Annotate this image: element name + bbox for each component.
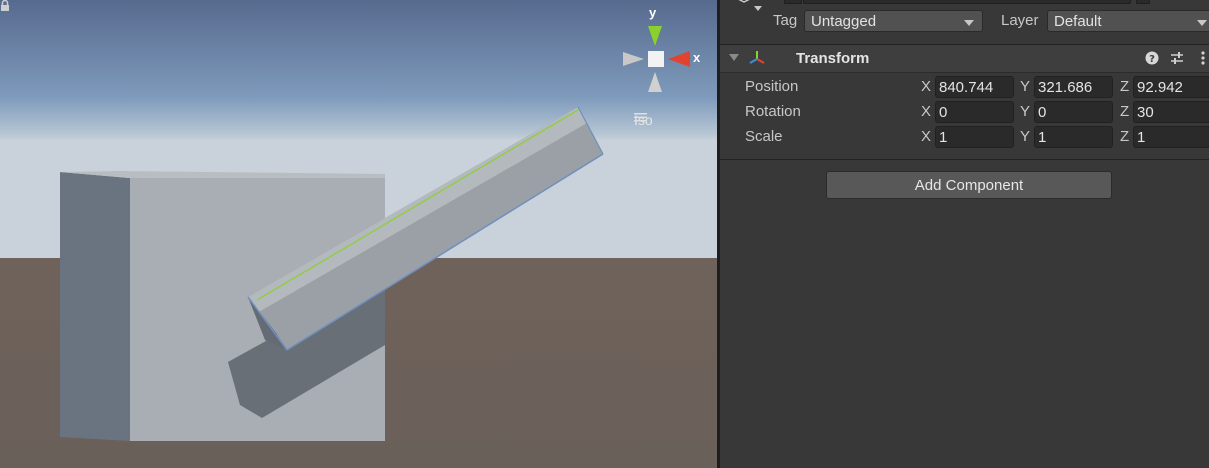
add-component-button[interactable]: Add Component bbox=[826, 171, 1112, 199]
rotation-label: Rotation bbox=[745, 103, 801, 120]
rotation-x-field[interactable]: 0 bbox=[935, 101, 1014, 123]
gameobject-menu-arrow[interactable] bbox=[754, 6, 762, 11]
static-toggle[interactable] bbox=[1136, 0, 1150, 4]
tag-label: Tag bbox=[773, 12, 798, 29]
more-options-icon[interactable] bbox=[1200, 50, 1206, 66]
position-x-field[interactable]: 840.744 bbox=[935, 76, 1014, 98]
inspector-panel: Tag Untagged Layer Default Transform ? P… bbox=[720, 0, 1209, 468]
rotation-y-field[interactable]: 0 bbox=[1034, 101, 1113, 123]
scale-x-axis[interactable]: X bbox=[921, 128, 931, 145]
chevron-down-icon bbox=[1197, 20, 1207, 26]
chevron-down-icon bbox=[964, 20, 974, 26]
menu-lines-icon bbox=[634, 113, 647, 122]
scale-z-field[interactable]: 1 bbox=[1133, 126, 1209, 148]
transform-icon bbox=[749, 51, 765, 64]
preset-sliders-icon[interactable] bbox=[1170, 51, 1184, 65]
layer-value: Default bbox=[1054, 13, 1102, 30]
help-icon[interactable]: ? bbox=[1145, 51, 1159, 65]
component-separator bbox=[720, 159, 1209, 160]
tag-dropdown[interactable]: Untagged bbox=[804, 10, 983, 32]
scene-viewport[interactable] bbox=[0, 0, 717, 468]
name-field[interactable] bbox=[803, 0, 1131, 4]
foldout-arrow-icon[interactable] bbox=[729, 54, 739, 61]
rotation-z-field[interactable]: 30 bbox=[1133, 101, 1209, 123]
rotation-x-axis[interactable]: X bbox=[921, 103, 931, 120]
rotation-y-axis[interactable]: Y bbox=[1020, 103, 1030, 120]
scene-view[interactable]: y x Iso bbox=[0, 0, 717, 468]
tag-value: Untagged bbox=[811, 13, 877, 30]
gizmo-y-label: y bbox=[649, 5, 657, 20]
position-y-axis[interactable]: Y bbox=[1020, 78, 1030, 95]
layer-dropdown[interactable]: Default bbox=[1047, 10, 1209, 32]
svg-text:?: ? bbox=[1149, 54, 1155, 65]
position-z-axis[interactable]: Z bbox=[1120, 78, 1129, 95]
rotation-z-axis[interactable]: Z bbox=[1120, 103, 1129, 120]
scale-z-axis[interactable]: Z bbox=[1120, 128, 1129, 145]
position-z-field[interactable]: 92.942 bbox=[1133, 76, 1209, 98]
transform-header[interactable]: Transform ? bbox=[720, 44, 1209, 73]
position-x-axis[interactable]: X bbox=[921, 78, 931, 95]
gizmo-center-cube[interactable] bbox=[648, 51, 664, 67]
layer-label: Layer bbox=[1001, 12, 1039, 29]
projection-toggle[interactable]: Iso bbox=[634, 112, 653, 128]
component-title: Transform bbox=[796, 50, 870, 67]
lock-icon[interactable] bbox=[0, 0, 10, 12]
gizmo-x-label: x bbox=[693, 50, 701, 65]
scale-y-axis[interactable]: Y bbox=[1020, 128, 1030, 145]
scale-label: Scale bbox=[745, 128, 783, 145]
scale-y-field[interactable]: 1 bbox=[1034, 126, 1113, 148]
scale-x-field[interactable]: 1 bbox=[935, 126, 1014, 148]
position-label: Position bbox=[745, 78, 799, 95]
active-toggle[interactable] bbox=[784, 0, 802, 4]
position-y-field[interactable]: 321.686 bbox=[1034, 76, 1113, 98]
